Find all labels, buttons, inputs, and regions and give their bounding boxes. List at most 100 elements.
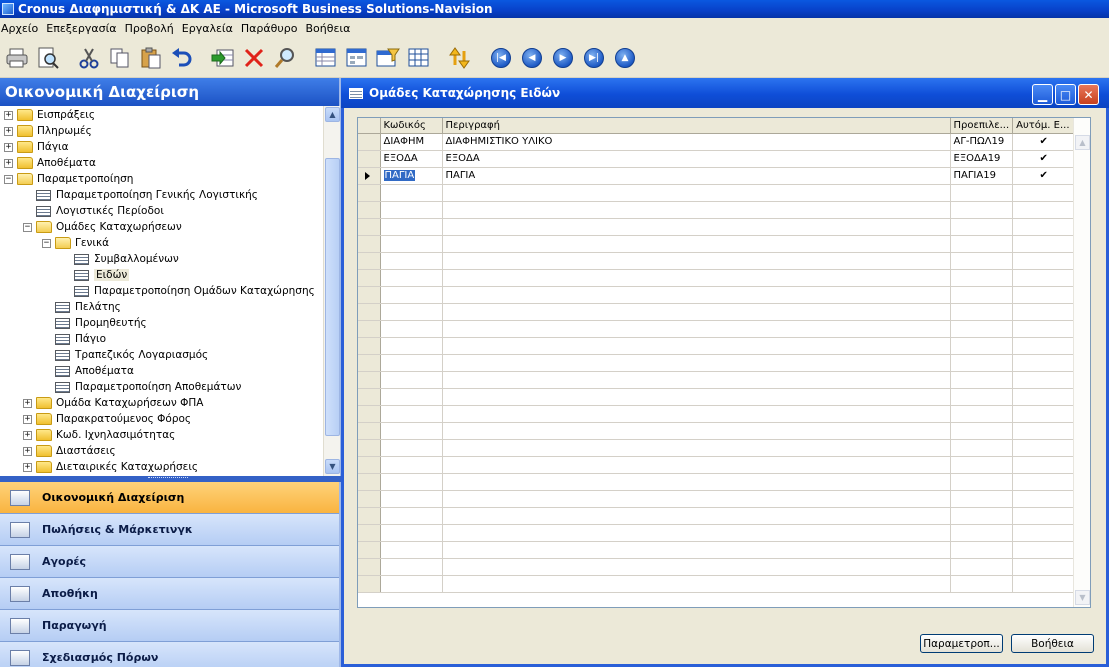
cell-auto[interactable] — [1012, 371, 1076, 389]
tree-item[interactable]: − Παραμετροποίηση — [4, 171, 133, 187]
tree-item[interactable]: + Ομάδα Καταχωρήσεων ΦΠΑ — [23, 395, 203, 411]
scroll-up-icon[interactable]: ▲ — [325, 107, 340, 122]
cell-description[interactable] — [442, 252, 951, 270]
row-selector[interactable] — [358, 388, 381, 406]
tree-item[interactable]: + Πληρωμές — [4, 123, 92, 139]
cell-auto[interactable] — [1012, 541, 1076, 559]
tree-item[interactable]: Παραμετροποίηση Γενικής Λογιστικής — [23, 187, 258, 203]
row-selector[interactable] — [358, 439, 381, 457]
cell-description[interactable] — [442, 507, 951, 525]
row-selector[interactable] — [358, 167, 381, 185]
lookup-icon[interactable]: ▲ — [612, 45, 638, 71]
cell-default[interactable] — [950, 252, 1014, 270]
row-selector[interactable] — [358, 133, 381, 151]
cell-code[interactable] — [380, 320, 443, 338]
cell-description[interactable]: ΠΑΓΙΑ — [442, 167, 951, 185]
table-row[interactable] — [358, 303, 1076, 321]
cell-default[interactable] — [950, 201, 1014, 219]
help-button[interactable]: Βοήθεια — [1011, 634, 1094, 653]
expand-icon[interactable]: + — [23, 398, 32, 408]
tree-item[interactable]: Τραπεζικός Λογαριασμός — [42, 347, 208, 363]
cell-auto[interactable] — [1012, 422, 1076, 440]
cell-default[interactable] — [950, 541, 1014, 559]
cell-description[interactable] — [442, 354, 951, 372]
expand-icon[interactable]: + — [23, 430, 32, 440]
cell-default[interactable] — [950, 439, 1014, 457]
table-row[interactable] — [358, 235, 1076, 253]
cell-description[interactable] — [442, 456, 951, 474]
cell-code[interactable] — [380, 354, 443, 372]
expand-icon[interactable]: + — [4, 110, 13, 120]
tree-item[interactable]: − Γενικά — [42, 235, 109, 251]
nav-button[interactable]: Αποθήκη — [0, 578, 339, 610]
cell-auto[interactable] — [1012, 524, 1076, 542]
cell-description[interactable] — [442, 303, 951, 321]
next-record-icon[interactable]: ▶ — [550, 45, 576, 71]
cell-default[interactable] — [950, 269, 1014, 287]
row-selector[interactable] — [358, 303, 381, 321]
cell-code[interactable] — [380, 269, 443, 287]
copy-icon[interactable] — [107, 45, 133, 71]
cell-default[interactable] — [950, 218, 1014, 236]
cell-default[interactable] — [950, 473, 1014, 491]
expand-icon[interactable]: + — [4, 142, 13, 152]
cell-code[interactable] — [380, 201, 443, 219]
cell-auto[interactable] — [1012, 303, 1076, 321]
print-icon[interactable] — [4, 45, 30, 71]
table-row[interactable] — [358, 422, 1076, 440]
setup-button[interactable]: Παραμετροπ... — [920, 634, 1003, 653]
row-selector[interactable] — [358, 456, 381, 474]
row-selector[interactable] — [358, 235, 381, 253]
cell-default[interactable] — [950, 507, 1014, 525]
cell-description[interactable] — [442, 575, 951, 593]
cell-default[interactable] — [950, 286, 1014, 304]
cell-default[interactable] — [950, 456, 1014, 474]
row-selector[interactable] — [358, 252, 381, 270]
cell-description[interactable] — [442, 235, 951, 253]
cell-code[interactable] — [380, 303, 443, 321]
nav-button[interactable]: Πωλήσεις & Μάρκετινγκ — [0, 514, 339, 546]
cell-description[interactable] — [442, 269, 951, 287]
cell-auto[interactable] — [1012, 252, 1076, 270]
expand-icon[interactable]: + — [23, 446, 32, 456]
tree-item[interactable]: Αποθέματα — [42, 363, 134, 379]
cell-default[interactable] — [950, 422, 1014, 440]
cell-description[interactable] — [442, 405, 951, 423]
cell-auto[interactable] — [1012, 286, 1076, 304]
menu-window[interactable]: Παράθυρο — [240, 22, 302, 35]
cell-default[interactable] — [950, 371, 1014, 389]
row-selector[interactable] — [358, 354, 381, 372]
cell-auto[interactable] — [1012, 320, 1076, 338]
cell-description[interactable] — [442, 286, 951, 304]
tree-item[interactable]: Παραμετροποίηση Αποθεμάτων — [42, 379, 241, 395]
row-selector[interactable] — [358, 422, 381, 440]
cell-auto[interactable] — [1012, 490, 1076, 508]
cell-code[interactable]: ΕΞΟΔΑ — [380, 150, 443, 168]
tree-item[interactable]: Προμηθευτής — [42, 315, 147, 331]
column-header-default[interactable]: Προεπιλε... — [950, 118, 1014, 134]
cell-auto[interactable] — [1012, 473, 1076, 491]
find-icon[interactable] — [272, 45, 298, 71]
cell-auto[interactable] — [1012, 575, 1076, 593]
row-selector[interactable] — [358, 201, 381, 219]
row-selector[interactable] — [358, 320, 381, 338]
cell-code[interactable]: ΔΙΑΦΗΜ — [380, 133, 443, 151]
first-record-icon[interactable]: |◀ — [488, 45, 514, 71]
table-row[interactable] — [358, 439, 1076, 457]
table-icon[interactable] — [406, 45, 432, 71]
cell-auto[interactable] — [1012, 354, 1076, 372]
undo-icon[interactable] — [169, 45, 195, 71]
previous-record-icon[interactable]: ◀ — [519, 45, 545, 71]
row-selector[interactable] — [358, 541, 381, 559]
cell-code[interactable] — [380, 184, 443, 202]
cell-code[interactable] — [380, 575, 443, 593]
table-row[interactable] — [358, 473, 1076, 491]
cell-code[interactable] — [380, 456, 443, 474]
table-row[interactable] — [358, 507, 1076, 525]
row-selector[interactable] — [358, 524, 381, 542]
paste-icon[interactable] — [138, 45, 164, 71]
tree-item[interactable]: + Κωδ. Ιχνηλασιμότητας — [23, 427, 175, 443]
tree-item[interactable]: + Πάγια — [4, 139, 69, 155]
expand-icon[interactable]: + — [23, 414, 32, 424]
table-row[interactable] — [358, 201, 1076, 219]
